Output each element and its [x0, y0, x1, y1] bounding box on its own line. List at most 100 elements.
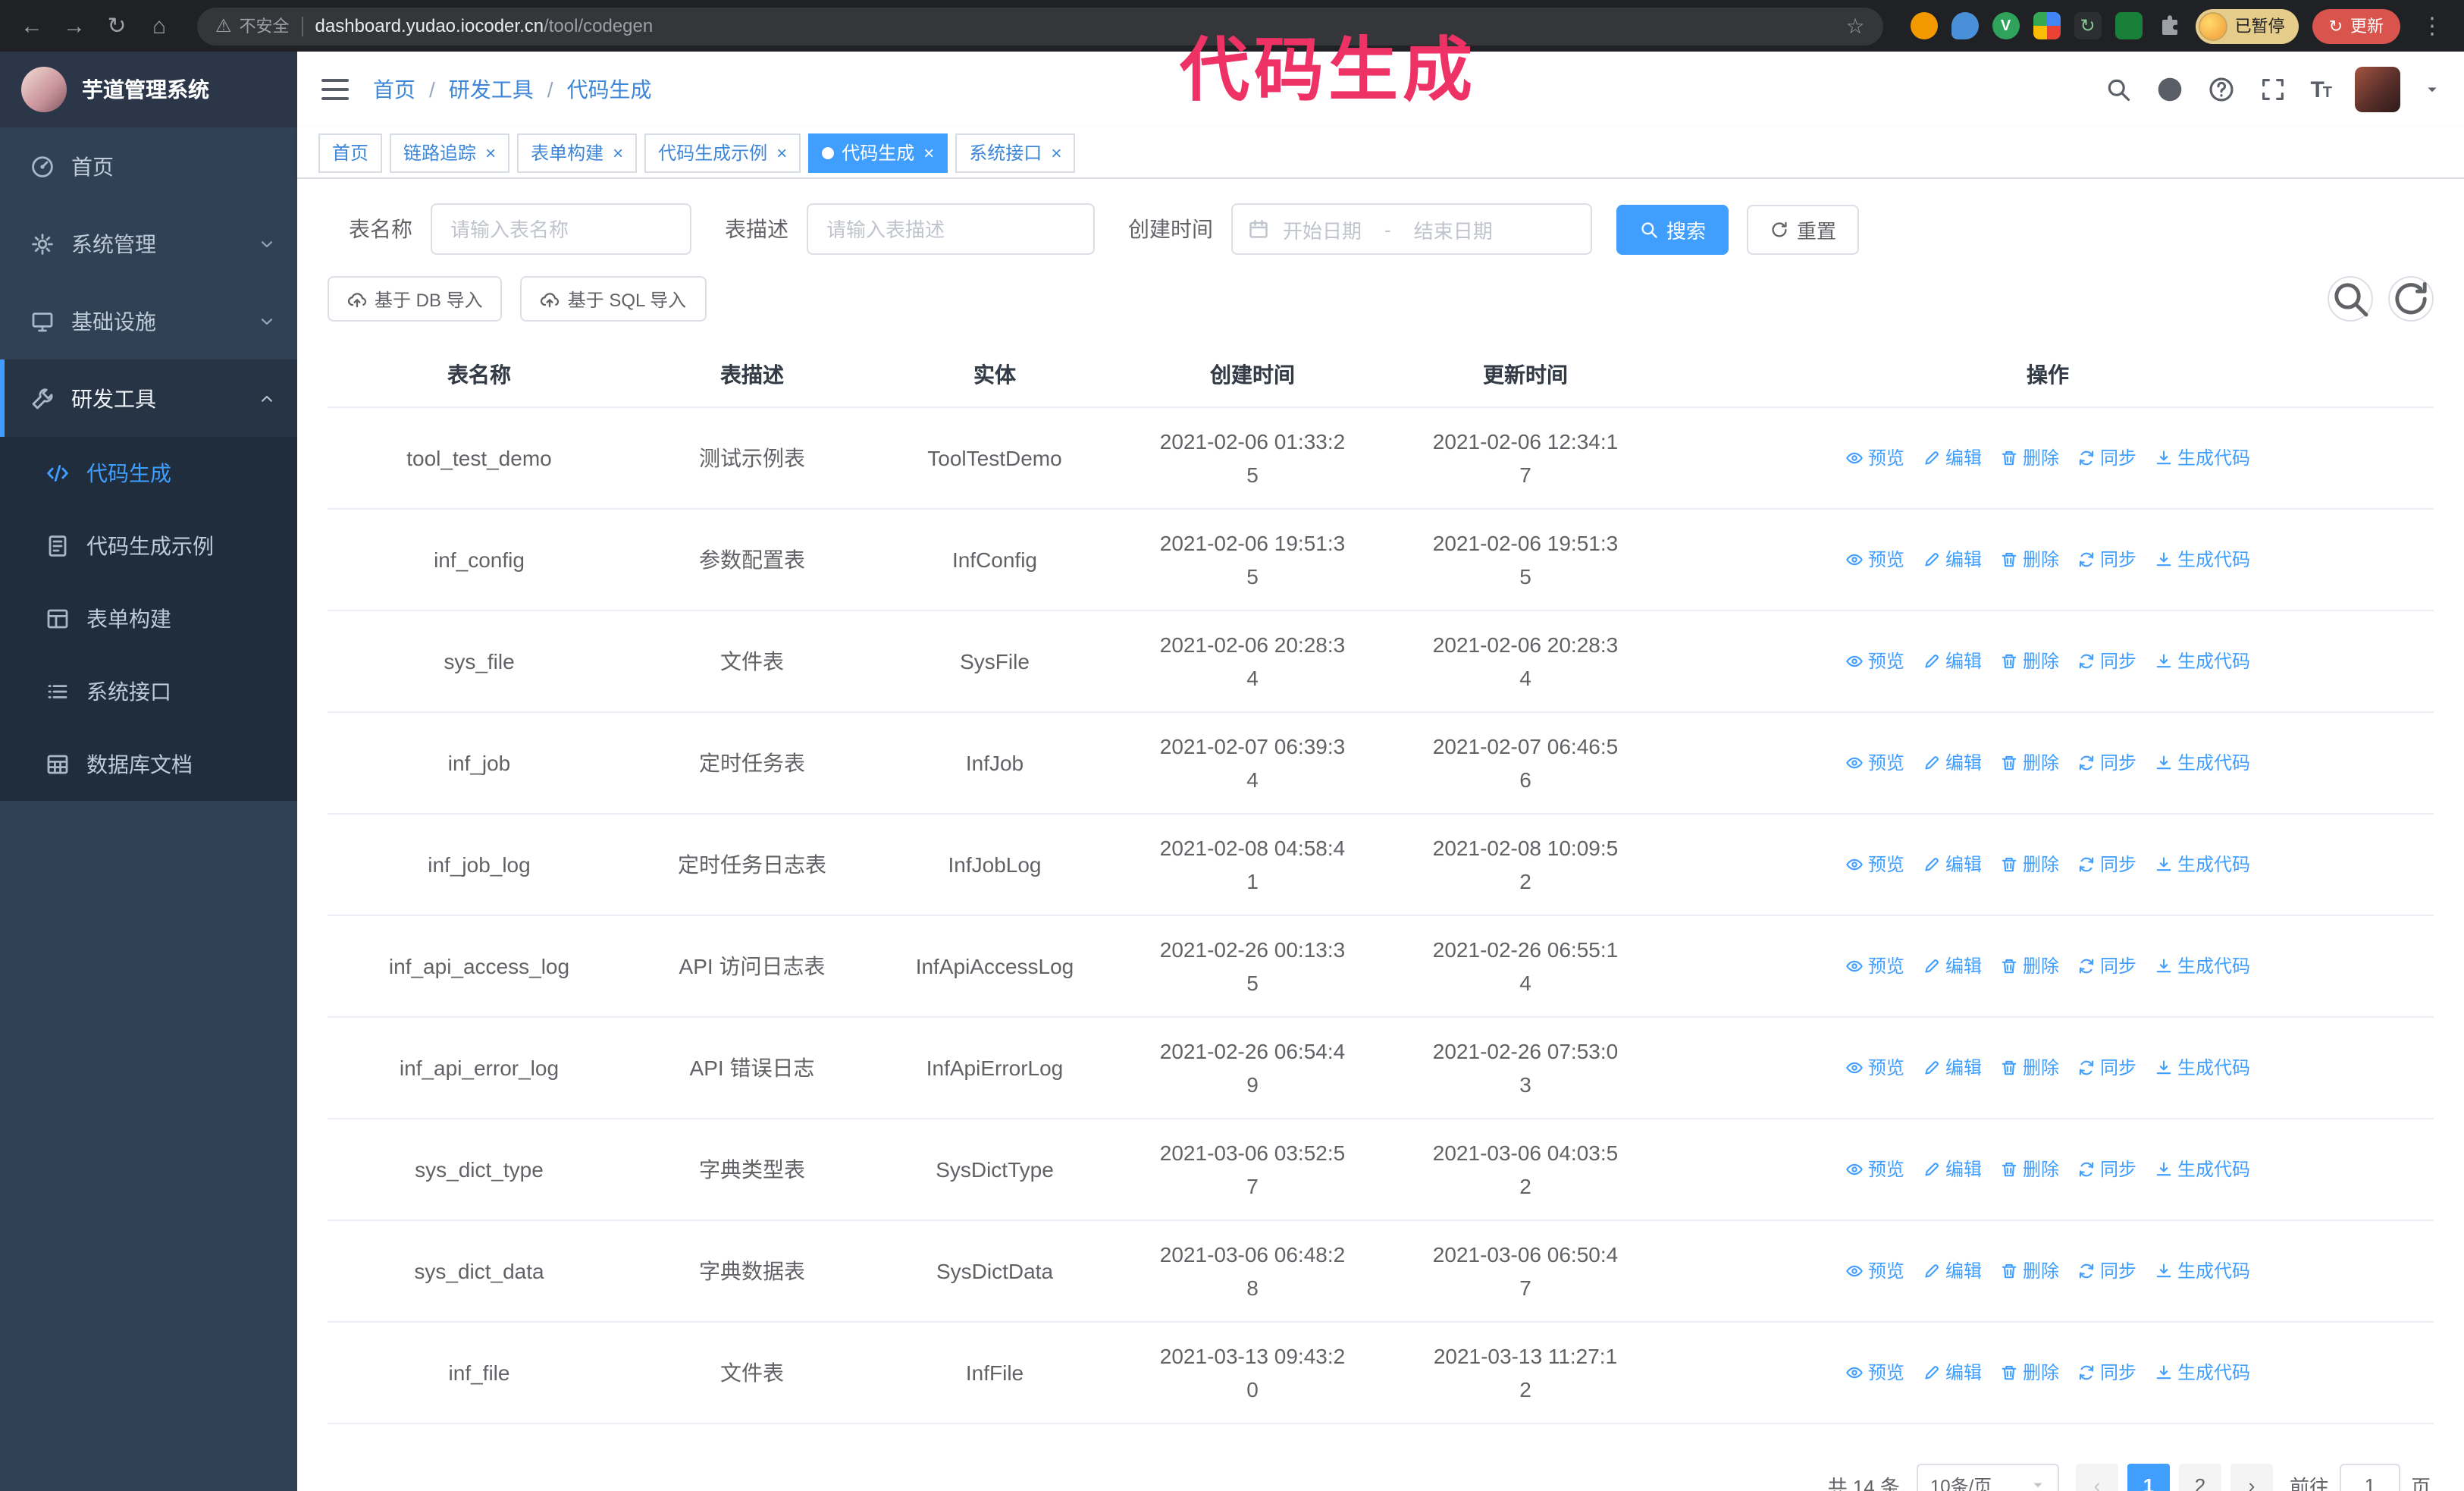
generate-code-link[interactable]: 生成代码 — [2155, 847, 2250, 880]
chevron-down-icon[interactable] — [2425, 82, 2440, 97]
sidebar-item-system[interactable]: 系统管理 — [0, 205, 297, 282]
refresh-table-button[interactable] — [2388, 276, 2434, 322]
page-button-2[interactable]: 2 — [2178, 1464, 2221, 1491]
page-button-1[interactable]: 1 — [2127, 1464, 2170, 1491]
generate-code-link[interactable]: 生成代码 — [2155, 1254, 2250, 1287]
edit-link[interactable]: 编辑 — [1923, 746, 1982, 779]
delete-link[interactable]: 删除 — [2000, 847, 2059, 880]
prev-page-button[interactable]: ‹ — [2075, 1464, 2118, 1491]
delete-link[interactable]: 删除 — [2000, 542, 2059, 576]
close-icon[interactable]: × — [613, 143, 623, 162]
preview-link[interactable]: 预览 — [1845, 1152, 1904, 1185]
reload-icon[interactable]: ↻ — [97, 6, 136, 46]
sidebar-item-devtools[interactable]: 研发工具 — [0, 359, 297, 437]
delete-link[interactable]: 删除 — [2000, 644, 2059, 677]
sync-link[interactable]: 同步 — [2077, 644, 2136, 677]
delete-link[interactable]: 删除 — [2000, 441, 2059, 474]
extension-refresh-icon[interactable]: ↻ — [2074, 12, 2102, 39]
preview-link[interactable]: 预览 — [1845, 847, 1904, 880]
browser-profile-chip[interactable]: 已暂停 — [2195, 8, 2299, 43]
generate-code-link[interactable]: 生成代码 — [2155, 441, 2250, 474]
browser-update-button[interactable]: ↻ 更新 — [2312, 8, 2400, 43]
extension-lighthouse-icon[interactable] — [1910, 12, 1938, 39]
browser-menu-icon[interactable]: ⋮ — [2412, 6, 2452, 46]
reset-button[interactable]: 重置 — [1747, 204, 1860, 254]
sync-link[interactable]: 同步 — [2077, 1254, 2136, 1287]
sync-link[interactable]: 同步 — [2077, 542, 2136, 576]
sync-link[interactable]: 同步 — [2077, 1152, 2136, 1185]
generate-code-link[interactable]: 生成代码 — [2155, 1152, 2250, 1185]
goto-page-input[interactable] — [2339, 1464, 2400, 1491]
sync-link[interactable]: 同步 — [2077, 949, 2136, 982]
sync-link[interactable]: 同步 — [2077, 441, 2136, 474]
toggle-search-button[interactable] — [2328, 276, 2373, 322]
sync-link[interactable]: 同步 — [2077, 746, 2136, 779]
sidebar-logo[interactable]: 芋道管理系统 — [0, 52, 297, 127]
extension-drop-icon[interactable] — [1951, 12, 1979, 39]
edit-link[interactable]: 编辑 — [1923, 441, 1982, 474]
table-name-input[interactable] — [431, 203, 691, 255]
preview-link[interactable]: 预览 — [1845, 1254, 1904, 1287]
home-icon[interactable]: ⌂ — [140, 6, 179, 46]
delete-link[interactable]: 删除 — [2000, 949, 2059, 982]
delete-link[interactable]: 删除 — [2000, 1050, 2059, 1084]
import-db-button[interactable]: 基于 DB 导入 — [328, 276, 503, 322]
close-icon[interactable]: × — [1051, 143, 1061, 162]
delete-link[interactable]: 删除 — [2000, 1355, 2059, 1389]
github-icon[interactable] — [2155, 76, 2183, 103]
tab-tracer[interactable]: 链路追踪 × — [390, 133, 510, 172]
tab-codegen-example[interactable]: 代码生成示例 × — [644, 133, 801, 172]
tab-form-build[interactable]: 表单构建 × — [517, 133, 638, 172]
edit-link[interactable]: 编辑 — [1923, 1152, 1982, 1185]
delete-link[interactable]: 删除 — [2000, 1152, 2059, 1185]
close-icon[interactable]: × — [776, 143, 787, 162]
extensions-puzzle-icon[interactable] — [2156, 12, 2183, 39]
sidebar-item-codegen-example[interactable]: 代码生成示例 — [0, 510, 297, 582]
sidebar-item-db-doc[interactable]: 数据库文档 — [0, 728, 297, 801]
generate-code-link[interactable]: 生成代码 — [2155, 949, 2250, 982]
delete-link[interactable]: 删除 — [2000, 746, 2059, 779]
forward-icon[interactable]: → — [55, 6, 94, 46]
extension-leaf-icon[interactable] — [2114, 12, 2143, 39]
generate-code-link[interactable]: 生成代码 — [2155, 644, 2250, 677]
edit-link[interactable]: 编辑 — [1923, 644, 1982, 677]
user-avatar[interactable] — [2355, 67, 2400, 112]
tab-codegen[interactable]: 代码生成 × — [808, 133, 948, 172]
preview-link[interactable]: 预览 — [1845, 644, 1904, 677]
table-desc-input[interactable] — [807, 203, 1095, 255]
extension-grid-icon[interactable] — [2033, 12, 2061, 39]
sync-link[interactable]: 同步 — [2077, 1355, 2136, 1389]
generate-code-link[interactable]: 生成代码 — [2155, 542, 2250, 576]
close-icon[interactable]: × — [923, 143, 934, 162]
sync-link[interactable]: 同步 — [2077, 847, 2136, 880]
sidebar-toggle-icon[interactable] — [321, 79, 349, 100]
edit-link[interactable]: 编辑 — [1923, 1050, 1982, 1084]
sync-link[interactable]: 同步 — [2077, 1050, 2136, 1084]
edit-link[interactable]: 编辑 — [1923, 949, 1982, 982]
date-range-picker[interactable]: 开始日期 - 结束日期 — [1231, 203, 1592, 255]
edit-link[interactable]: 编辑 — [1923, 542, 1982, 576]
sidebar-item-api[interactable]: 系统接口 — [0, 655, 297, 728]
tab-api[interactable]: 系统接口 × — [955, 133, 1076, 172]
bookmark-star-icon[interactable]: ☆ — [1845, 13, 1864, 39]
search-button[interactable]: 搜索 — [1616, 204, 1729, 254]
preview-link[interactable]: 预览 — [1845, 441, 1904, 474]
generate-code-link[interactable]: 生成代码 — [2155, 746, 2250, 779]
edit-link[interactable]: 编辑 — [1923, 1254, 1982, 1287]
sidebar-item-infra[interactable]: 基础设施 — [0, 282, 297, 359]
import-sql-button[interactable]: 基于 SQL 导入 — [520, 276, 707, 322]
sidebar-item-form-build[interactable]: 表单构建 — [0, 582, 297, 655]
sidebar-item-home[interactable]: 首页 — [0, 127, 297, 205]
preview-link[interactable]: 预览 — [1845, 949, 1904, 982]
sidebar-item-codegen[interactable]: 代码生成 — [0, 437, 297, 510]
generate-code-link[interactable]: 生成代码 — [2155, 1355, 2250, 1389]
edit-link[interactable]: 编辑 — [1923, 1355, 1982, 1389]
breadcrumb-item[interactable]: 研发工具 — [449, 74, 534, 105]
preview-link[interactable]: 预览 — [1845, 542, 1904, 576]
close-icon[interactable]: × — [485, 143, 496, 162]
search-icon[interactable] — [2104, 76, 2131, 103]
back-icon[interactable]: ← — [12, 6, 52, 46]
preview-link[interactable]: 预览 — [1845, 746, 1904, 779]
preview-link[interactable]: 预览 — [1845, 1050, 1904, 1084]
address-bar[interactable]: ⚠ 不安全 dashboard.yudao.iocoder.cn/tool/co… — [197, 7, 1883, 45]
